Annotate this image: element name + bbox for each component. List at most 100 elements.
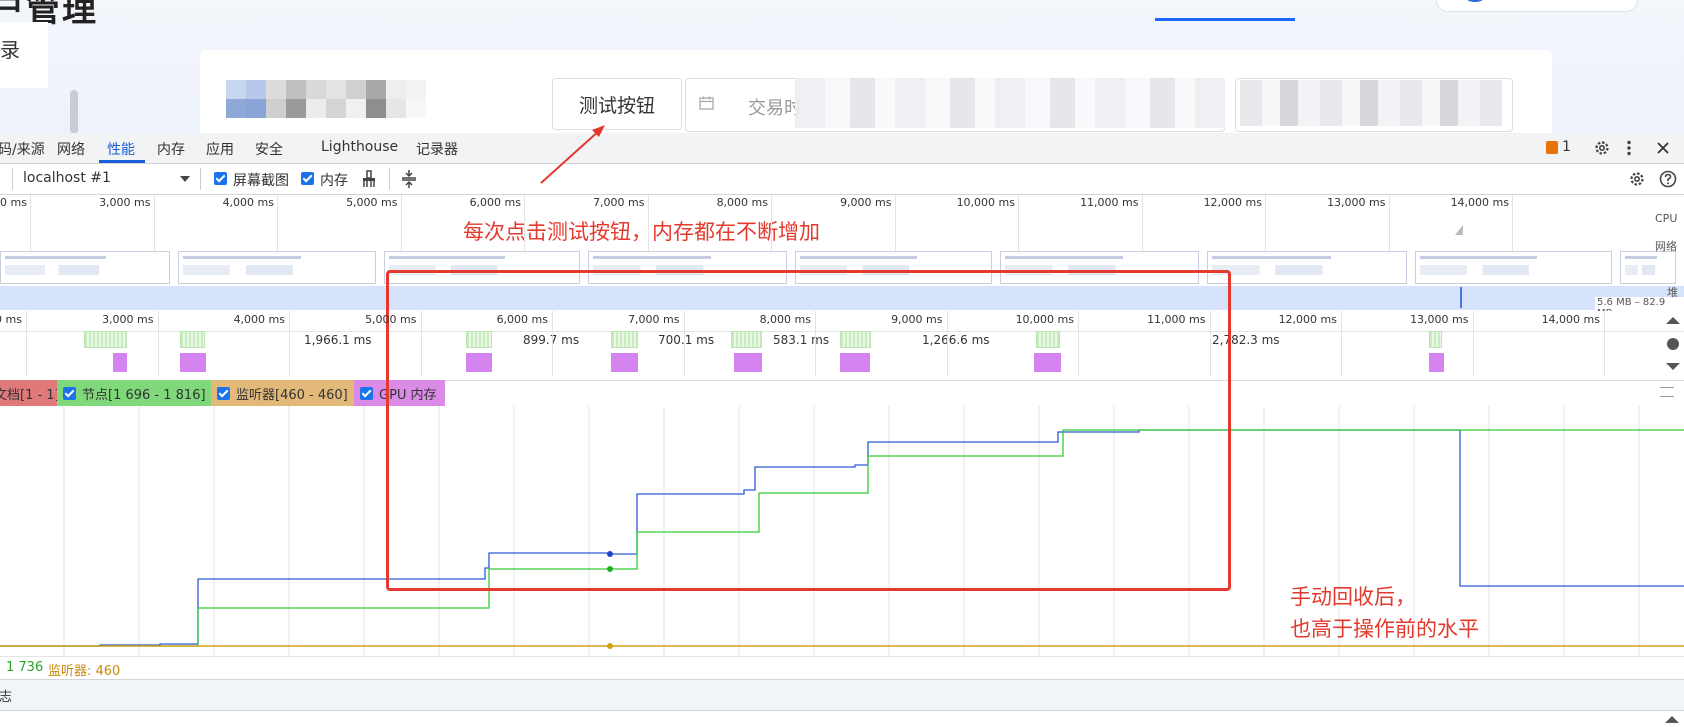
app-viewport: 户管理 录 测试按钮 交易时 xyxy=(0,0,1684,133)
overview-tick-label: 11,000 ms xyxy=(1080,196,1139,209)
scrollbar-thumb[interactable] xyxy=(70,90,78,133)
overview-gridline xyxy=(1018,195,1019,253)
screenshot-checkbox[interactable] xyxy=(214,172,227,185)
issues-flag-icon[interactable] xyxy=(1546,141,1558,154)
interaction-block[interactable] xyxy=(1429,331,1442,348)
blurred-content xyxy=(1240,80,1502,126)
metric-documents[interactable]: 文档[1 - 1] xyxy=(0,380,60,406)
tab-network[interactable]: 网络 xyxy=(57,139,85,159)
menu-icon[interactable] xyxy=(1660,387,1674,397)
overview-gridline xyxy=(153,195,155,253)
interaction-block[interactable] xyxy=(84,331,127,348)
settings-gear-icon[interactable] xyxy=(1593,139,1611,157)
tab-recorder[interactable]: 记录器 xyxy=(416,139,458,159)
timeline-tick-label: 7,000 ms xyxy=(628,313,680,326)
listeners-count: 监听器: 460 xyxy=(48,664,121,679)
blurred-logo xyxy=(226,80,426,118)
scroll-up-icon[interactable] xyxy=(1662,712,1682,724)
gpu-task-block[interactable] xyxy=(734,353,762,372)
log-panel-header[interactable]: 日志 xyxy=(0,679,1684,711)
nodes-count: 1 736 xyxy=(6,660,44,675)
close-icon[interactable] xyxy=(1656,141,1670,155)
interaction-block[interactable] xyxy=(1036,331,1060,348)
garbage-collect-icon[interactable] xyxy=(361,170,377,188)
overview-gridline xyxy=(647,195,649,253)
listeners-checkbox[interactable] xyxy=(217,386,230,400)
calendar-icon xyxy=(699,96,714,110)
tab-application[interactable]: 应用 xyxy=(206,139,234,159)
help-icon[interactable] xyxy=(1659,170,1677,188)
devtools-tab-bar: 源代码/来源 网络 性能 内存 应用 安全 Lighthouse 记录器 1 xyxy=(0,133,1684,164)
gpu-memory-checkbox[interactable] xyxy=(360,386,373,400)
interaction-block[interactable] xyxy=(840,331,871,348)
annotation-line: 手动回收后， xyxy=(1290,585,1416,609)
timeline-tick-label: 6,000 ms xyxy=(496,313,548,326)
overview-tick-label: 13,000 ms xyxy=(1327,196,1386,209)
gpu-task-block[interactable] xyxy=(466,353,492,372)
metric-nodes[interactable]: 节点[1 696 - 1 816] xyxy=(57,380,211,406)
annotation-text-bottom: 手动回收后， 也高于操作前的水平 xyxy=(1290,581,1479,645)
overview-tick-label: 4,000 ms xyxy=(222,196,274,209)
capture-settings-icon[interactable] xyxy=(1628,170,1646,188)
chevron-down-icon[interactable] xyxy=(180,176,190,182)
overview-tick-label: 2,000 ms xyxy=(0,196,27,209)
overview-tick-label: 14,000 ms xyxy=(1450,196,1509,209)
scroll-arrows-icon[interactable] xyxy=(1662,313,1684,373)
interaction-block[interactable] xyxy=(466,331,492,348)
timeline-tick-label: 5,000 ms xyxy=(365,313,417,326)
track-scroll-controls[interactable] xyxy=(1662,313,1684,373)
target-select[interactable]: localhost #1 xyxy=(23,170,111,186)
annotation-line: 也高于操作前的水平 xyxy=(1290,617,1479,641)
side-menu-item[interactable]: 录 xyxy=(0,34,20,63)
issues-count[interactable]: 1 xyxy=(1562,139,1571,155)
active-tab-underline xyxy=(99,160,145,163)
overview-tick-label: 9,000 ms xyxy=(840,196,892,209)
gpu-task-block[interactable] xyxy=(180,353,206,372)
interaction-block[interactable] xyxy=(611,331,638,348)
overview-gridline xyxy=(1512,195,1513,253)
toolbar-divider xyxy=(389,168,390,190)
interaction-block[interactable] xyxy=(731,331,762,348)
overview-tick-label: 7,000 ms xyxy=(593,196,645,209)
timeline-gridline xyxy=(946,311,948,376)
overview-gridline xyxy=(30,195,31,253)
tab-lighthouse[interactable]: Lighthouse xyxy=(321,139,398,155)
active-tab-indicator xyxy=(1155,18,1295,21)
nodes-checkbox[interactable] xyxy=(63,386,76,400)
timeline-gridline xyxy=(552,311,553,376)
metric-documents-label: 文档[1 - 1] xyxy=(0,387,60,403)
timeline-tick-label: 10,000 ms xyxy=(1015,313,1074,326)
overview-gridline xyxy=(1265,195,1266,253)
annotation-text: 每次点击测试按钮，内存都在不断增加 xyxy=(463,220,820,244)
tab-performance[interactable]: 性能 xyxy=(107,139,135,159)
user-pill[interactable] xyxy=(1436,0,1638,12)
overview-tick-label: 5,000 ms xyxy=(346,196,398,209)
tab-memory[interactable]: 内存 xyxy=(157,139,185,159)
overview-gridline xyxy=(1141,195,1143,253)
collapse-tracks-icon[interactable] xyxy=(401,169,417,189)
more-vert-icon[interactable] xyxy=(1626,140,1632,156)
metric-listeners[interactable]: 监听器[460 - 460] xyxy=(211,380,354,406)
toolbar-divider xyxy=(12,168,13,190)
gpu-task-block[interactable] xyxy=(1034,353,1061,372)
overview-gridline xyxy=(400,195,402,253)
filmstrip-frame xyxy=(1207,251,1407,284)
interaction-block[interactable] xyxy=(180,331,205,348)
tab-sources[interactable]: 源代码/来源 xyxy=(0,139,45,159)
gpu-task-block[interactable] xyxy=(1429,353,1444,372)
timeline-tick-label: 3,000 ms xyxy=(102,313,154,326)
memory-checkbox[interactable] xyxy=(301,172,314,185)
gpu-task-block[interactable] xyxy=(840,353,870,372)
timeline-tick-label: 13,000 ms xyxy=(1410,313,1469,326)
overview-tick-label: 6,000 ms xyxy=(469,196,521,209)
filmstrip-frame xyxy=(178,251,376,284)
cpu-marker-icon xyxy=(1455,225,1463,235)
filmstrip-frame xyxy=(1415,251,1612,284)
tab-security[interactable]: 安全 xyxy=(255,139,283,159)
overview-gridline xyxy=(277,195,278,253)
timeline-gridline xyxy=(1078,311,1079,376)
gpu-task-block[interactable] xyxy=(611,353,638,372)
overview-tick-label: 8,000 ms xyxy=(716,196,768,209)
gpu-task-block[interactable] xyxy=(113,353,127,372)
timeline-gridline xyxy=(1341,311,1342,376)
